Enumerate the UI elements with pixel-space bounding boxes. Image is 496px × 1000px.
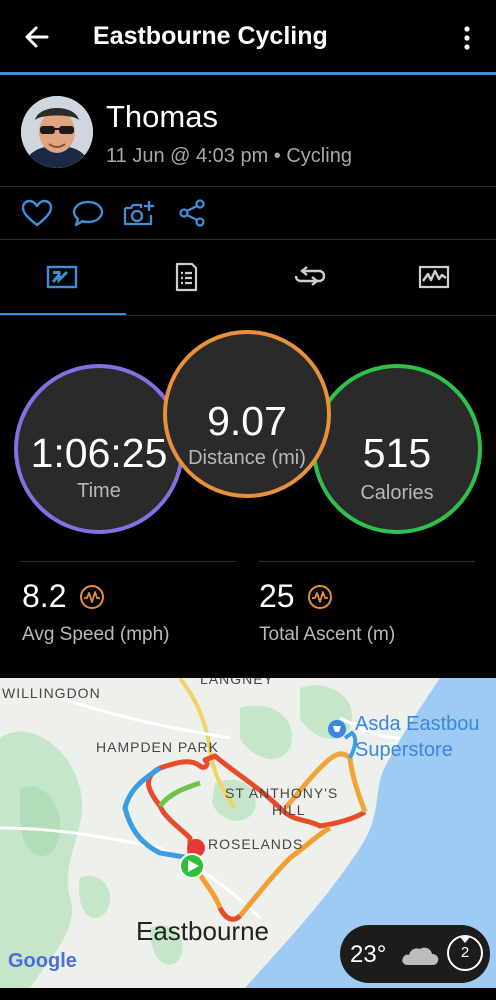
time-label: Time [77,480,121,502]
avg-speed-label: Avg Speed (mph) [22,624,170,645]
tab-charts[interactable] [372,240,496,316]
divider [0,315,496,316]
like-icon[interactable] [20,199,54,227]
cloud-icon [402,947,439,965]
total-ascent-value: 25 [259,578,295,614]
more-vertical-icon[interactable] [455,24,479,52]
time-value: 1:06:25 [30,430,168,476]
place-label-eastbourne: Eastbourne [136,916,269,946]
place-label-langney: LANGNEY [200,678,274,687]
total-ascent-label: Total Ascent (m) [259,624,396,645]
place-label-hampden-park: HAMPDEN PARK [96,739,219,755]
back-arrow-icon[interactable] [22,22,52,52]
tab-overview[interactable] [0,240,124,316]
place-label-st-anthonys: ST ANTHONY'S [225,785,338,801]
time-metric: 1:06:25 Time [14,364,184,534]
charts-tab-icon [418,265,450,289]
place-label-willingdon: WILLINGDON [2,685,101,701]
calories-metric: 515 Calories [312,364,482,534]
poi-label-asda: Asda Eastbou [355,713,480,735]
divider [259,561,475,562]
distance-value: 9.07 [207,398,287,444]
details-tab-icon [175,262,198,292]
calories-value: 515 [362,430,432,476]
activity-subtitle: 11 Jun @ 4:03 pm • Cycling [106,145,352,167]
add-photo-icon[interactable] [122,199,156,227]
tab-bar [0,240,496,316]
heart-rate-wave-icon [308,584,333,609]
overview-tab-icon [46,265,78,289]
activity-header: Thomas 11 Jun @ 4:03 pm • Cycling [0,75,496,187]
tab-laps[interactable] [248,240,372,316]
comment-icon[interactable] [71,199,105,227]
total-ascent-stat[interactable]: 25 Total Ascent (m) [259,578,395,645]
tab-details[interactable] [124,240,248,316]
calories-label: Calories [360,482,434,504]
share-icon[interactable] [176,199,210,227]
weather-badge[interactable]: 23° 2 [340,925,490,983]
google-logo: Google [8,950,77,972]
laps-tab-icon [294,266,326,286]
distance-metric: 9.07 Distance (mi) [163,330,331,498]
place-label-roselands: ROSELANDS [208,836,303,852]
temperature: 23° [350,941,387,968]
wind-speed: 2 [460,944,470,961]
app-bar: Eastbourne Cycling [0,0,496,74]
action-row [0,187,496,239]
bottom-bar [0,988,496,1000]
avg-speed-stat[interactable]: 8.2 Avg Speed (mph) [22,578,170,645]
distance-label: Distance (mi) [188,447,306,469]
divider [20,561,236,562]
avg-speed-value: 8.2 [22,578,67,614]
athlete-name: Thomas [106,99,218,134]
poi-label-superstore: Superstore [355,739,453,761]
page-title: Eastbourne Cycling [93,22,328,50]
avatar[interactable] [21,96,93,168]
place-label-st-anthonys-hill: HILL [272,802,306,818]
heart-rate-wave-icon [79,584,104,609]
